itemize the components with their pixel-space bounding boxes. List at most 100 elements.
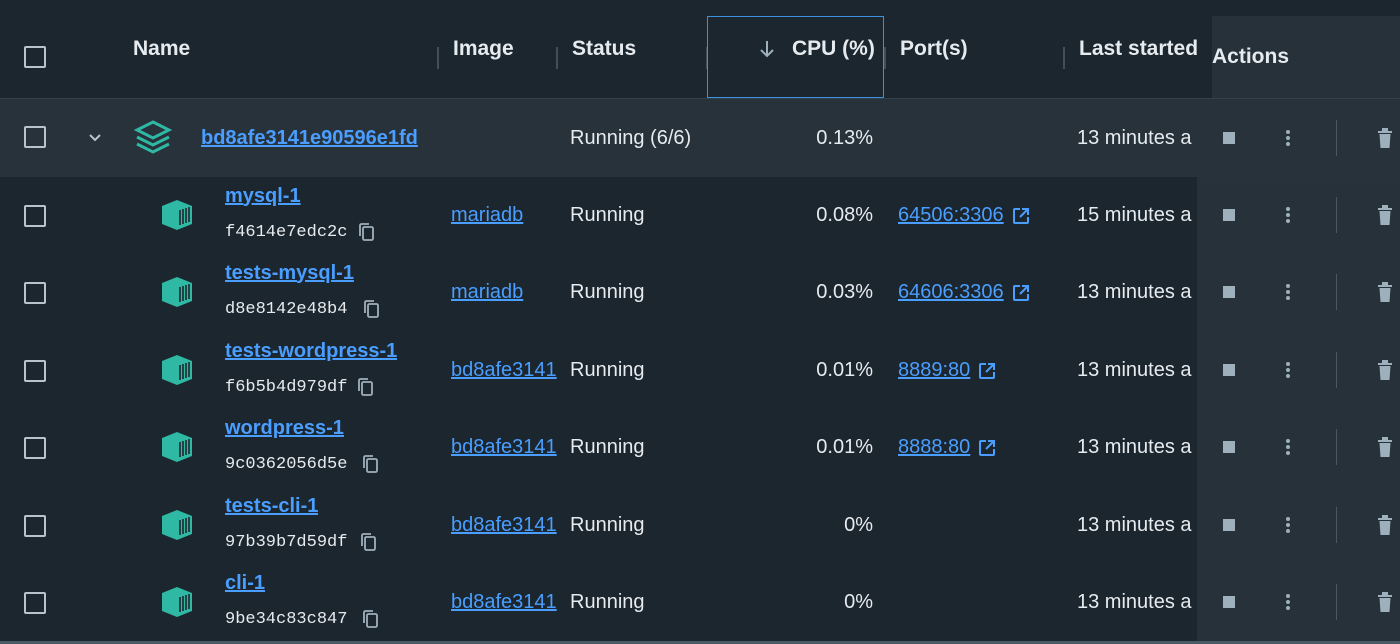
action-divider	[1336, 584, 1337, 620]
trash-icon[interactable]	[1374, 203, 1396, 227]
port-link-group[interactable]: 8888:80	[898, 409, 996, 486]
row-checkbox[interactable]	[24, 360, 46, 382]
group-name-link[interactable]: bd8afe3141e90596e1fd	[201, 99, 437, 177]
select-all-checkbox[interactable]	[24, 46, 46, 68]
port-link[interactable]: 8888:80	[898, 436, 970, 459]
port-link-group[interactable]: 64506:3306	[898, 177, 1030, 254]
container-cpu: 0.08%	[816, 204, 873, 226]
trash-icon[interactable]	[1374, 126, 1396, 150]
container-name-link[interactable]: wordpress-1	[225, 413, 344, 443]
container-icon	[157, 429, 197, 465]
more-vertical-icon[interactable]	[1277, 590, 1299, 614]
stop-icon[interactable]	[1218, 436, 1240, 458]
container-icon	[157, 274, 197, 310]
port-link[interactable]: 8889:80	[898, 359, 970, 382]
more-vertical-icon[interactable]	[1277, 203, 1299, 227]
container-cpu: 0.03%	[816, 281, 873, 303]
stop-icon[interactable]	[1218, 359, 1240, 381]
container-name-link[interactable]: tests-cli-1	[225, 491, 318, 521]
trash-icon[interactable]	[1374, 280, 1396, 304]
stop-icon[interactable]	[1218, 514, 1240, 536]
more-vertical-icon[interactable]	[1277, 126, 1299, 150]
container-status: Running	[570, 359, 645, 381]
external-link-icon[interactable]	[1012, 207, 1030, 225]
container-last-started: 13 minutes a	[1077, 436, 1192, 458]
containers-table: Name Image Status CPU (%) Port(s) Last s…	[0, 0, 1400, 644]
column-header-status[interactable]: Status	[572, 0, 636, 98]
trash-icon[interactable]	[1374, 590, 1396, 614]
container-name-link[interactable]: mysql-1	[225, 181, 301, 211]
stop-icon[interactable]	[1218, 281, 1240, 303]
container-cpu: 0%	[844, 514, 873, 536]
port-link[interactable]: 64606:3306	[898, 281, 1004, 304]
container-name-link[interactable]: tests-wordpress-1	[225, 336, 397, 366]
more-vertical-icon[interactable]	[1277, 435, 1299, 459]
trash-icon[interactable]	[1374, 358, 1396, 382]
more-vertical-icon[interactable]	[1277, 358, 1299, 382]
row-checkbox[interactable]	[24, 205, 46, 227]
row-checkbox[interactable]	[24, 515, 46, 537]
image-link[interactable]: mariadb	[451, 177, 557, 254]
row-checkbox[interactable]	[24, 592, 46, 614]
external-link-icon[interactable]	[978, 439, 996, 457]
container-last-started: 13 minutes a	[1077, 359, 1192, 381]
column-header-name[interactable]: Name	[133, 0, 190, 98]
column-header-ports[interactable]: Port(s)	[900, 0, 968, 98]
image-link[interactable]: bd8afe3141	[451, 409, 557, 486]
container-status: Running	[570, 591, 645, 613]
copy-icon[interactable]	[355, 376, 375, 398]
image-link[interactable]: bd8afe3141	[451, 332, 557, 409]
column-resizer[interactable]	[1063, 47, 1065, 69]
copy-icon[interactable]	[356, 221, 376, 243]
action-divider	[1336, 197, 1337, 233]
group-status: Running (6/6)	[570, 126, 692, 149]
container-row[interactable]: tests-wordpress-1 f6b5b4d979df bd8afe314…	[0, 332, 1400, 409]
container-row[interactable]: mysql-1 f4614e7edc2c mariadb Running 0.0…	[0, 177, 1400, 254]
container-last-started: 13 minutes a	[1077, 591, 1192, 613]
group-cpu: 0.13%	[816, 126, 873, 149]
column-header-cpu[interactable]: CPU (%)	[792, 0, 875, 98]
container-cpu: 0.01%	[816, 359, 873, 381]
container-status: Running	[570, 281, 645, 303]
copy-icon[interactable]	[360, 608, 380, 630]
chevron-down-icon[interactable]	[85, 126, 105, 150]
column-header-last-started[interactable]: Last started	[1079, 0, 1198, 98]
container-row[interactable]: wordpress-1 9c0362056d5e bd8afe3141 Runn…	[0, 409, 1400, 486]
compose-group-row[interactable]: bd8afe3141e90596e1fd Running (6/6) 0.13%…	[0, 99, 1400, 177]
column-resizer[interactable]	[556, 47, 558, 69]
port-link-group[interactable]: 64606:3306	[898, 254, 1030, 331]
trash-icon[interactable]	[1374, 435, 1396, 459]
container-row[interactable]: cli-1 9be34c83c847 bd8afe3141 Running 0%…	[0, 564, 1400, 641]
stop-icon[interactable]	[1218, 127, 1240, 149]
image-link[interactable]: mariadb	[451, 254, 557, 331]
container-icon	[157, 584, 197, 620]
copy-icon[interactable]	[361, 298, 381, 320]
row-checkbox[interactable]	[24, 126, 46, 148]
more-vertical-icon[interactable]	[1277, 280, 1299, 304]
column-resizer[interactable]	[437, 47, 439, 69]
container-name-link[interactable]: cli-1	[225, 568, 265, 598]
copy-icon[interactable]	[360, 453, 380, 475]
stop-icon[interactable]	[1218, 591, 1240, 613]
action-divider	[1336, 120, 1337, 156]
trash-icon[interactable]	[1374, 513, 1396, 537]
container-row[interactable]: tests-cli-1 97b39b7d59df bd8afe3141 Runn…	[0, 487, 1400, 564]
sort-desc-icon	[757, 0, 777, 98]
copy-icon[interactable]	[358, 531, 378, 553]
port-link[interactable]: 64506:3306	[898, 204, 1004, 227]
image-link[interactable]: bd8afe3141	[451, 564, 557, 641]
more-vertical-icon[interactable]	[1277, 513, 1299, 537]
container-name-link[interactable]: tests-mysql-1	[225, 258, 354, 288]
container-status: Running	[570, 204, 645, 226]
row-checkbox[interactable]	[24, 282, 46, 304]
external-link-icon[interactable]	[1012, 284, 1030, 302]
column-resizer[interactable]	[884, 47, 886, 69]
stop-icon[interactable]	[1218, 204, 1240, 226]
port-link-group[interactable]: 8889:80	[898, 332, 996, 409]
row-checkbox[interactable]	[24, 437, 46, 459]
action-divider	[1336, 274, 1337, 310]
image-link[interactable]: bd8afe3141	[451, 487, 557, 564]
external-link-icon[interactable]	[978, 362, 996, 380]
column-header-image[interactable]: Image	[453, 0, 514, 98]
container-row[interactable]: tests-mysql-1 d8e8142e48b4 mariadb Runni…	[0, 254, 1400, 331]
